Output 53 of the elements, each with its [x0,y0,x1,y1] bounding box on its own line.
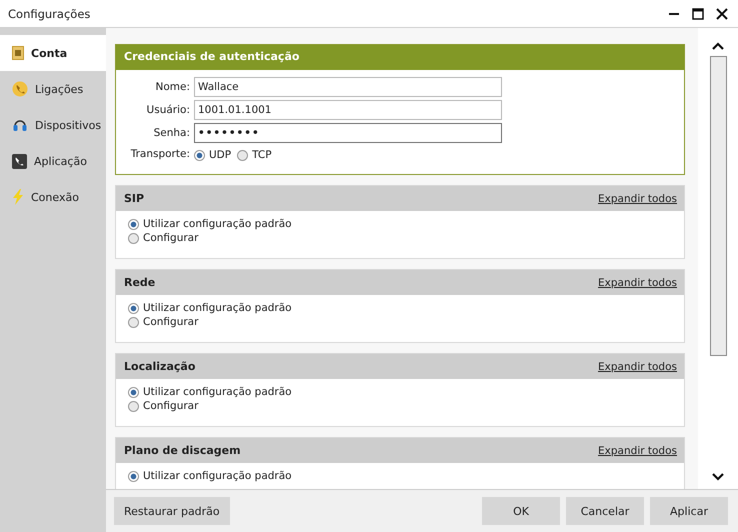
radio-circle[interactable] [128,302,139,314]
field-label: Usuário: [146,104,190,116]
section-title: SIP [124,192,144,205]
radio-button[interactable]: Configurar [128,316,672,328]
expand-all-link[interactable]: Expandir todos [598,360,677,372]
dialog-button[interactable]: OK [482,497,560,525]
radio-circle[interactable] [128,316,139,328]
field-label: Nome: [154,81,190,93]
sim-card-icon [12,46,24,60]
field-label: Senha: [152,127,190,139]
radio-circle[interactable] [128,400,139,412]
maximize-icon[interactable] [692,8,704,20]
scroll-down-icon[interactable] [712,473,724,481]
radio-circle[interactable] [128,218,139,230]
input-field[interactable]: 1001.01.1001 [194,100,502,120]
radio-circle[interactable] [128,386,139,398]
lightning-icon [12,189,24,205]
section-title: Plano de discagem [124,444,241,457]
radio-button[interactable]: UDP [194,149,232,161]
section-title: Localização [124,360,196,373]
dialog-button[interactable]: Aplicar [650,497,728,525]
expand-all-link[interactable]: Expandir todos [598,276,677,288]
field-label: Transporte: [130,148,190,160]
radio-button[interactable]: Utilizar configuração padrão [128,302,672,314]
sidebar-item[interactable]: Dispositivos [0,107,106,143]
sidebar-item[interactable]: Ligações [0,71,106,107]
radio-button[interactable]: Utilizar configuração padrão [128,470,672,482]
expand-all-link[interactable]: Expandir todos [598,192,677,204]
radio-button[interactable]: TCP [237,149,272,161]
radio-circle[interactable] [128,470,139,482]
sidebar-item[interactable]: Conta [0,35,106,71]
radio-circle[interactable] [237,150,248,160]
panel-header: Credenciais de autenticação [116,45,684,70]
radio-button[interactable]: Utilizar configuração padrão [128,386,672,398]
section-title: Rede [124,276,156,289]
phone-icon [12,154,27,168]
expand-all-link[interactable]: Expandir todos [598,444,677,456]
radio-circle[interactable] [128,232,139,244]
sidebar-item[interactable]: Aplicação [0,143,106,179]
phone-icon [12,81,28,97]
password-field[interactable]: •••••••• [194,123,502,143]
window-title: Configurações [8,6,92,20]
radio-button[interactable]: Configurar [128,400,672,412]
radio-button[interactable]: Utilizar configuração padrão [128,218,672,230]
scroll-up-icon[interactable] [712,42,724,50]
radio-circle[interactable] [194,150,205,160]
restore-defaults-button[interactable]: Restaurar padrão [114,497,230,525]
input-field[interactable]: Wallace [194,77,502,97]
dialog-button[interactable]: Cancelar [566,497,644,525]
close-icon[interactable] [716,8,728,20]
sidebar-item[interactable]: Conexão [0,179,106,215]
radio-button[interactable]: Configurar [128,232,672,244]
scrollbar-thumb[interactable] [710,56,726,356]
